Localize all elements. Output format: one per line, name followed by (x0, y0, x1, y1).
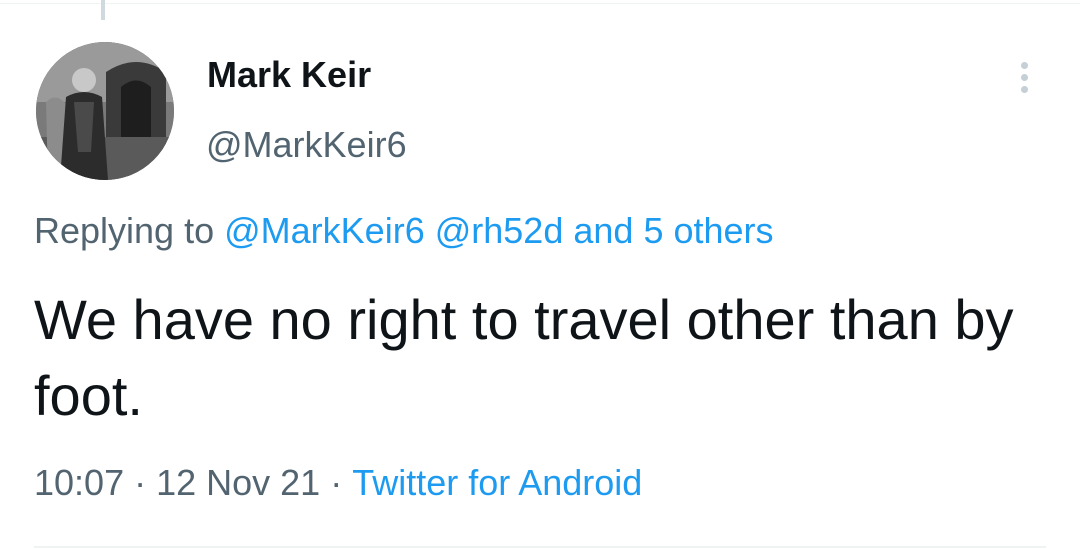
mention-link-rh52d[interactable]: @rh52d (435, 210, 564, 251)
tweet-date[interactable]: 12 Nov 21 (156, 462, 320, 503)
mention-link-markkeir6[interactable]: @MarkKeir6 (224, 210, 425, 251)
profile-photo-icon (36, 42, 174, 180)
replying-to-label: Replying to (34, 210, 215, 251)
author-display-name[interactable]: Mark Keir (207, 54, 371, 96)
tweet-text: We have no right to travel other than by… (34, 288, 1014, 427)
more-dot (1021, 74, 1028, 81)
tweet-metadata: 10:07 · 12 Nov 21 · Twitter for Android (34, 462, 642, 504)
thread-connector-line (101, 0, 105, 20)
author-handle[interactable]: @MarkKeir6 (206, 124, 407, 166)
others-link[interactable]: and 5 others (573, 210, 773, 251)
more-vertical-icon[interactable] (1010, 58, 1038, 98)
replying-to-line: Replying to @MarkKeir6 @rh52d and 5 othe… (34, 210, 774, 252)
more-dot (1021, 86, 1028, 93)
tweet-source-link[interactable]: Twitter for Android (352, 462, 642, 503)
separator-dot: · (134, 462, 147, 503)
top-divider (0, 3, 1080, 4)
tweet-time[interactable]: 10:07 (34, 462, 124, 503)
more-dot (1021, 62, 1028, 69)
separator-dot: · (330, 462, 343, 503)
bottom-divider (34, 546, 1046, 548)
avatar[interactable] (36, 42, 174, 180)
